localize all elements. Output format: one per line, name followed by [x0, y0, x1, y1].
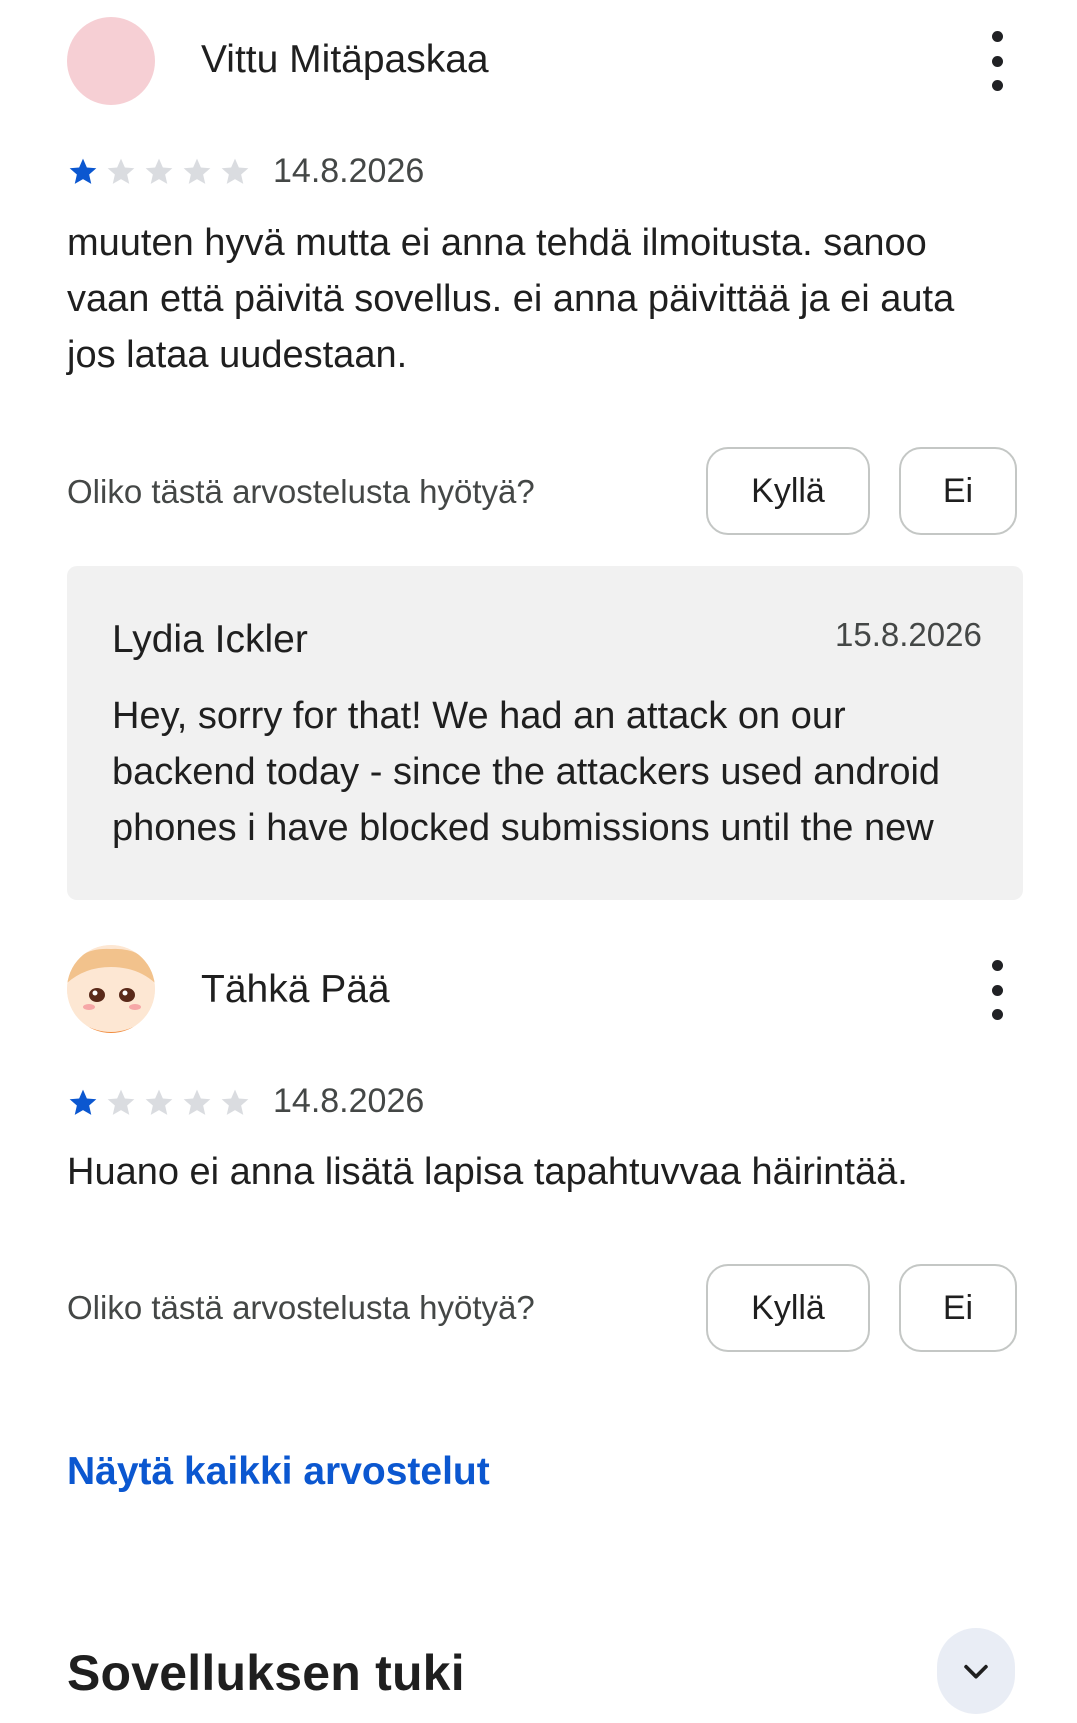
- reviewer-name: Vittu Mitäpaskaa: [201, 38, 489, 81]
- reviewer-name: Tähkä Pää: [201, 968, 390, 1011]
- star-filled-icon: [69, 1089, 97, 1115]
- reply-text: Hey, sorry for that! We had an attack on…: [112, 695, 941, 849]
- star-empty-icon: [183, 1089, 211, 1115]
- star-empty-icon: [221, 158, 249, 184]
- star-rating: [67, 1087, 251, 1119]
- review-text: Huano ei anna lisätä lapisa tapahtuvvaa …: [67, 1151, 908, 1193]
- star-empty-icon: [145, 158, 173, 184]
- review-date: 14.8.2026: [273, 1082, 425, 1120]
- star-empty-icon: [183, 158, 211, 184]
- star-empty-icon: [107, 158, 135, 184]
- helpful-yes-button[interactable]: Kyllä: [706, 1264, 870, 1352]
- helpful-no-button[interactable]: Ei: [899, 1264, 1017, 1352]
- star-filled-icon: [69, 158, 97, 184]
- star-empty-icon: [221, 1089, 249, 1115]
- expand-support-button[interactable]: [937, 1628, 1015, 1714]
- star-empty-icon: [107, 1089, 135, 1115]
- anime-avatar-icon: [67, 945, 155, 1033]
- helpful-no-button[interactable]: Ei: [899, 447, 1017, 535]
- chevron-down-icon: [964, 1664, 988, 1679]
- avatar: [67, 945, 155, 1033]
- review-date: 14.8.2026: [273, 152, 425, 190]
- helpful-question: Oliko tästä arvostelusta hyötyä?: [67, 473, 535, 510]
- show-all-reviews-link[interactable]: Näytä kaikki arvostelut: [67, 1450, 490, 1494]
- avatar: [67, 17, 155, 105]
- more-options-icon[interactable]: [977, 960, 1017, 1020]
- more-options-icon[interactable]: [977, 31, 1017, 91]
- helpful-question: Oliko tästä arvostelusta hyötyä?: [67, 1289, 535, 1326]
- helpful-yes-button[interactable]: Kyllä: [706, 447, 870, 535]
- reply-date: 15.8.2026: [835, 616, 982, 653]
- developer-name: Lydia Ickler: [112, 618, 308, 661]
- star-rating: [67, 156, 251, 188]
- review-text: muuten hyvä mutta ei anna tehdä ilmoitus…: [67, 222, 955, 376]
- app-support-title: Sovelluksen tuki: [67, 1645, 465, 1701]
- star-empty-icon: [145, 1089, 173, 1115]
